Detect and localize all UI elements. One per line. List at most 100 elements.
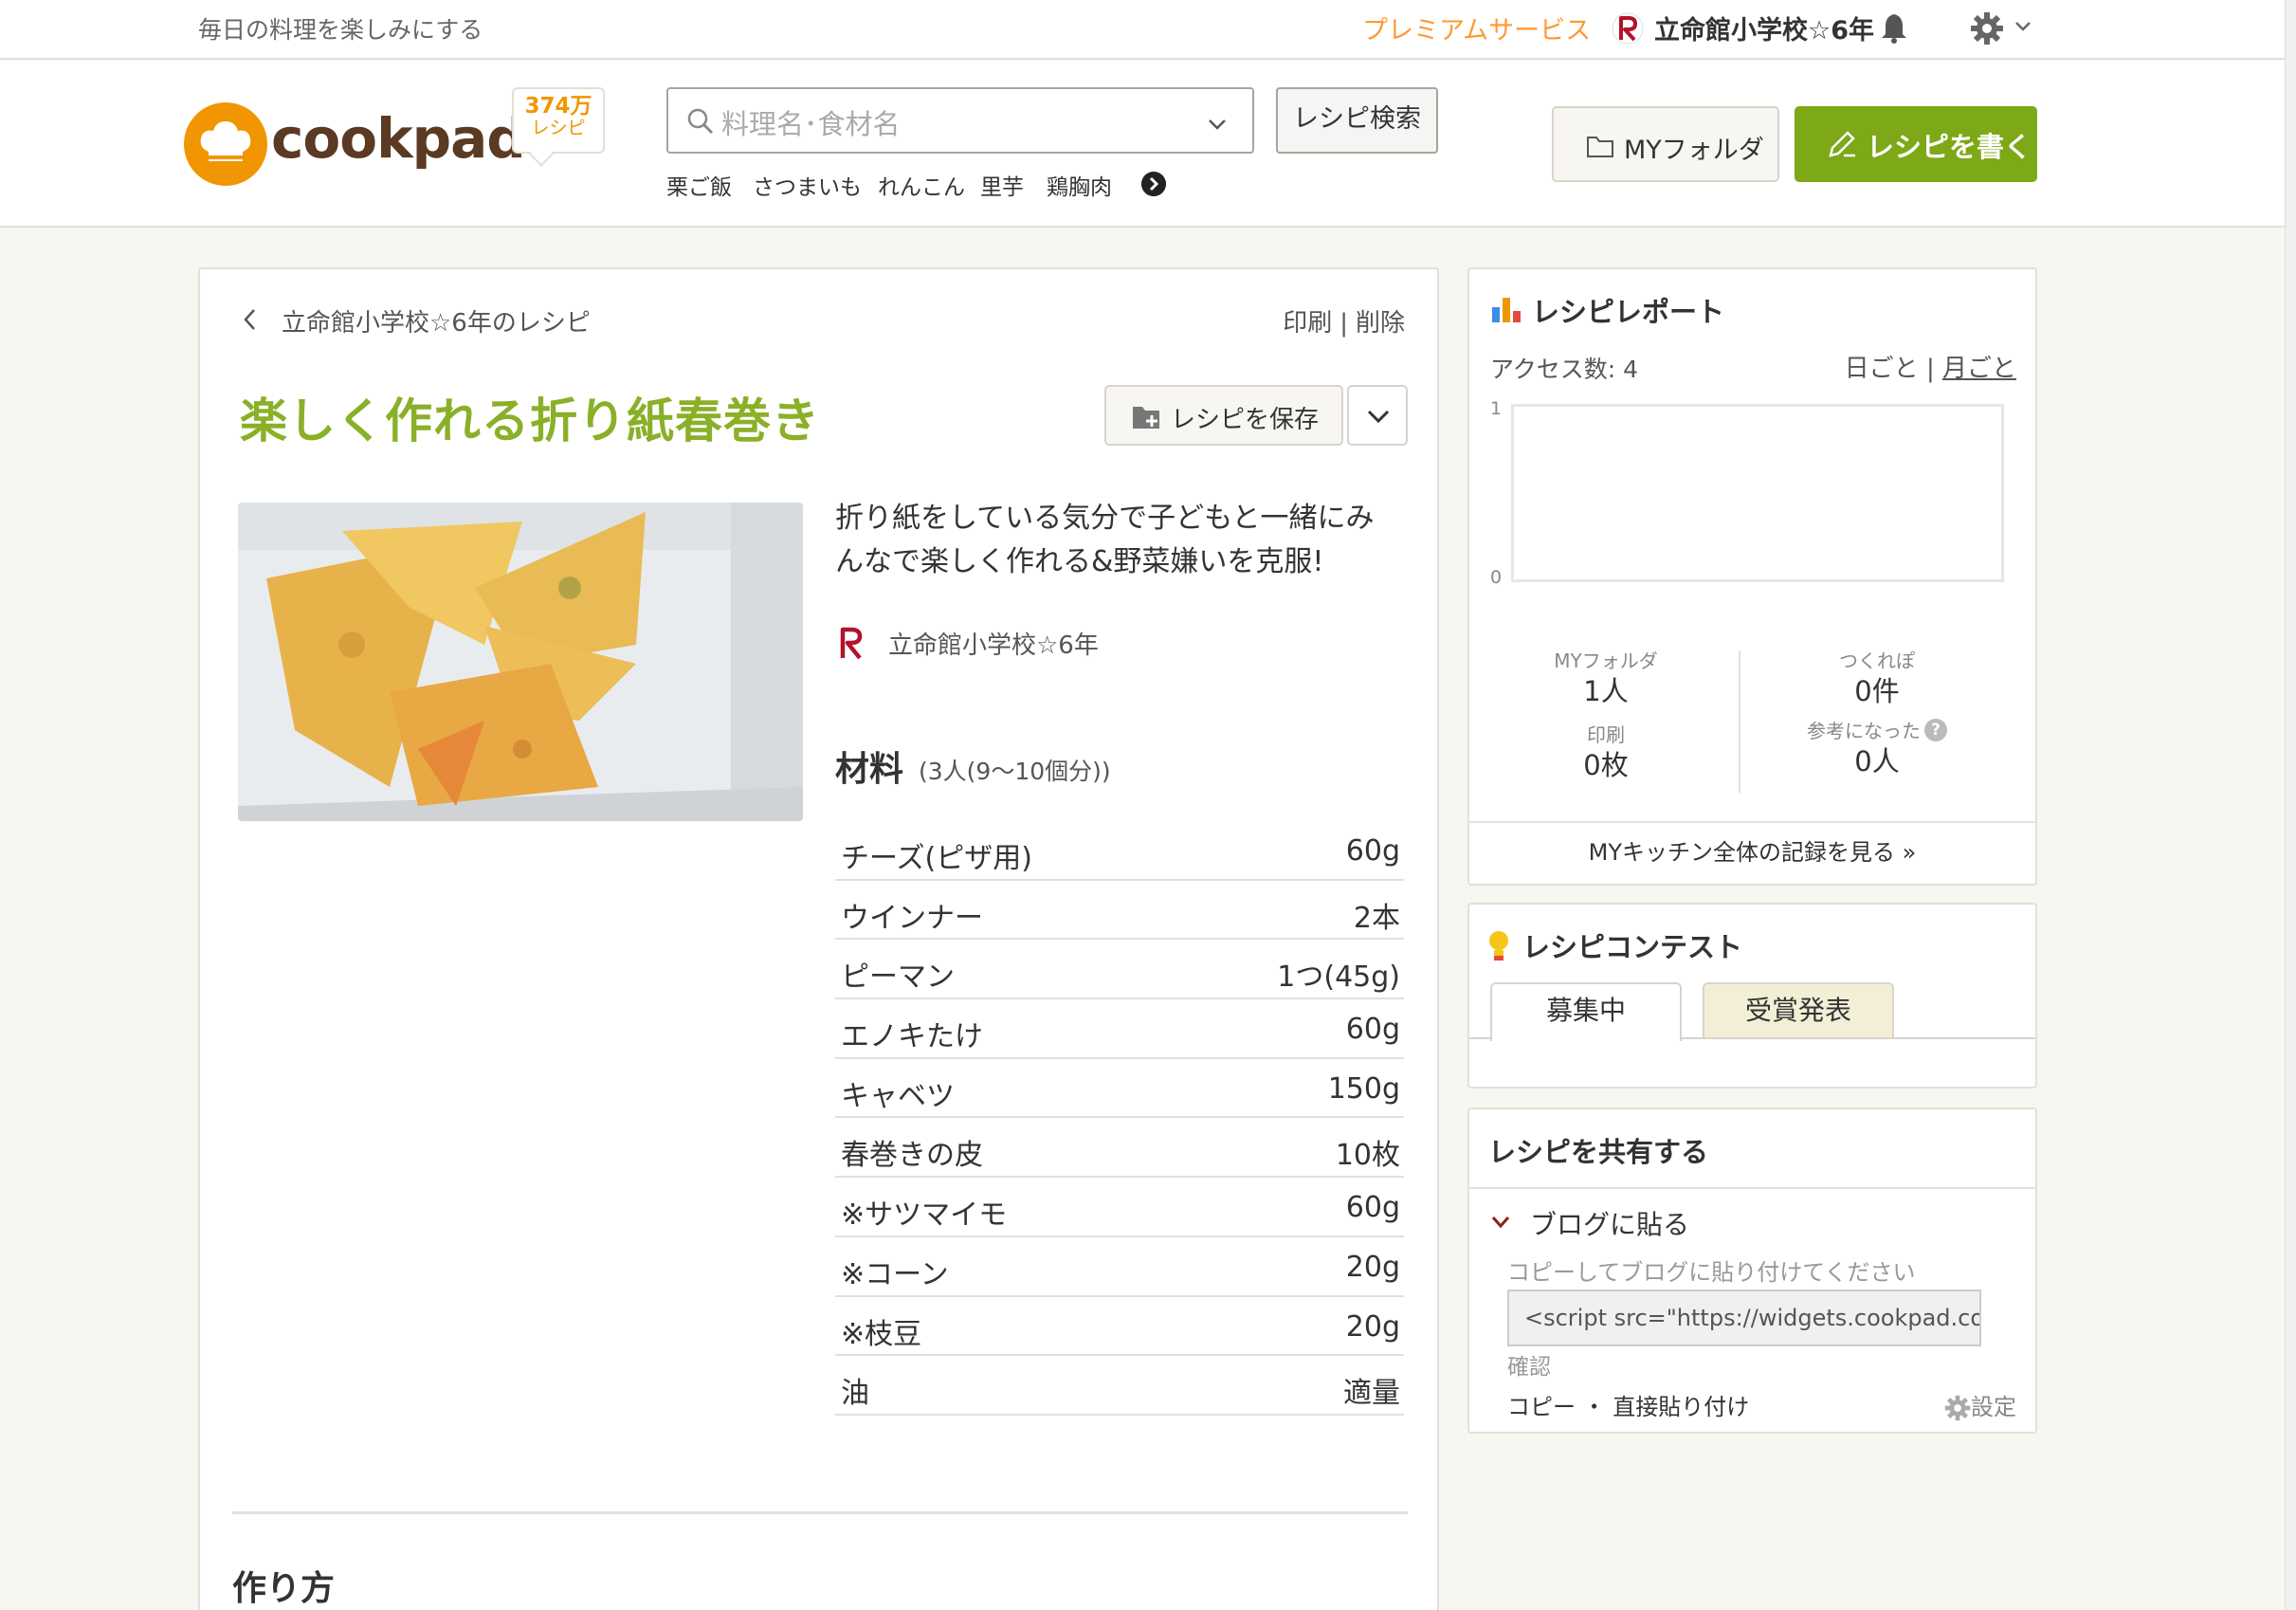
ingredient-name: ウインナー — [841, 901, 983, 935]
ingredient-qty: 60g — [1345, 1191, 1400, 1225]
ingredients-list: チーズ(ピザ用) 60g ウインナー 2本 ピーマン 1つ(45g) エノキたけ 60g… — [835, 821, 1404, 1416]
keyword-link[interactable]: れんこん — [878, 169, 965, 201]
bar-chart-icon — [1492, 298, 1521, 322]
access-graph — [1511, 404, 2004, 582]
chevron-down-icon[interactable] — [2014, 17, 2032, 36]
write-recipe-label: レシピを書く — [1867, 131, 2032, 163]
servings: (3人(9～10個分)) — [919, 758, 1111, 785]
recipe-title: 楽しく作れる折り紙春巻き — [240, 393, 820, 448]
ingredient-row: 春巻きの皮 10枚 — [835, 1118, 1404, 1179]
write-recipe-button[interactable]: レシピを書く — [1795, 106, 2037, 182]
ingredient-qty: 20g — [1345, 1309, 1400, 1344]
top-bar: 毎日の料理を楽しみにする プレミアムサービス 立命館小学校☆6年 — [0, 0, 2285, 60]
separator: | — [1339, 309, 1348, 338]
gear-icon[interactable] — [1970, 11, 2004, 46]
ingredient-row: チーズ(ピザ用) 60g — [835, 821, 1404, 881]
ingredient-name: 春巻きの皮 — [841, 1139, 983, 1173]
divider — [1469, 1187, 2035, 1189]
tab-recruiting[interactable]: 募集中 — [1490, 982, 1682, 1041]
keyword-link[interactable]: 里芋 — [980, 169, 1024, 201]
embed-code-field[interactable]: <script src="https://widgets.cookpad.com — [1507, 1290, 1981, 1346]
print-delete-links: 印刷 | 削除 — [1279, 303, 1409, 338]
recipe-contest-panel: レシピコンテスト 募集中 受賞発表 — [1467, 903, 2037, 1089]
more-options-button[interactable] — [1347, 385, 1408, 446]
cookpad-logo-icon[interactable] — [184, 102, 267, 186]
copy-link[interactable]: コピー — [1507, 1394, 1576, 1420]
cookpad-logo-text[interactable]: cookpad — [271, 106, 526, 171]
embed-hint: コピーしてブログに貼り付けてください — [1507, 1259, 1916, 1286]
steps-heading: 作り方 — [232, 1569, 336, 1608]
ingredient-row: ※コーン 20g — [835, 1237, 1404, 1297]
ingredient-qty: 1つ(45g) — [1277, 961, 1400, 995]
chevron-down-icon — [1367, 410, 1390, 424]
monthly-tab[interactable]: 月ごと — [1942, 355, 2016, 383]
keyword-link[interactable]: さつまいも — [753, 169, 862, 201]
daily-tab[interactable]: 日ごと — [1845, 355, 1919, 383]
access-count: アクセス数: 4 — [1490, 356, 1639, 383]
ingredient-qty: 2本 — [1353, 901, 1400, 935]
keyword-link[interactable]: 鶏胸肉 — [1047, 169, 1112, 201]
save-recipe-label: レシピを保存 — [1171, 406, 1320, 434]
delete-link[interactable]: 削除 — [1356, 309, 1405, 338]
bell-icon[interactable] — [1880, 11, 1908, 44]
share-title: レシピを共有する — [1488, 1136, 1709, 1168]
ingredient-qty: 60g — [1345, 1013, 1400, 1047]
graph-y-max: 1 — [1490, 398, 1503, 419]
premium-service-link[interactable]: プレミアムサービス — [1362, 9, 1591, 46]
author-name-link[interactable]: 立命館小学校☆6年 — [888, 626, 1099, 661]
ingredient-qty: 60g — [1345, 834, 1400, 868]
direct-paste-link[interactable]: 直接貼り付け — [1613, 1394, 1749, 1420]
stat-label: MYフォルダ — [1554, 649, 1658, 672]
separator: | — [1925, 355, 1935, 383]
blog-embed-label: ブログに貼る — [1530, 1209, 1690, 1240]
recipe-count-badge: 374万 レシピ — [512, 87, 605, 154]
print-link[interactable]: 印刷 — [1283, 309, 1332, 338]
back-label: 立命館小学校☆6年のレシピ — [282, 309, 591, 338]
ingredient-qty: 10枚 — [1335, 1139, 1400, 1173]
settings-label: 設定 — [1971, 1394, 2016, 1420]
contest-title: レシピコンテスト — [1522, 931, 1743, 963]
graph-y-min: 0 — [1490, 567, 1503, 588]
ingredient-name: キャベツ — [841, 1079, 955, 1113]
stats-divider — [1739, 650, 1740, 793]
chevron-down-icon[interactable] — [1207, 114, 1228, 135]
view-all-records-link[interactable]: MYキッチン全体の記録を見る » — [1469, 821, 2035, 884]
recipe-photo[interactable] — [238, 503, 803, 821]
ingredient-name: チーズ(ピザ用) — [841, 842, 1032, 875]
myfolder-button[interactable]: MYフォルダ — [1552, 106, 1779, 182]
report-title: レシピレポート — [1532, 296, 1725, 328]
author-logo-icon[interactable] — [837, 624, 866, 662]
embed-settings-link[interactable]: 設定 — [1944, 1388, 2016, 1421]
ingredient-name: エノキたけ — [841, 1020, 983, 1054]
keyword-link[interactable]: 栗ご飯 — [666, 169, 732, 201]
pencil-icon — [1829, 131, 1855, 157]
ingredient-row: キャベツ 150g — [835, 1059, 1404, 1119]
ingredient-qty: 適量 — [1343, 1377, 1400, 1411]
stat-label: 印刷 — [1587, 723, 1625, 746]
gear-icon — [1944, 1395, 1971, 1421]
search-button[interactable]: レシピ検索 — [1276, 87, 1438, 154]
help-icon[interactable]: ? — [1924, 719, 1947, 741]
ingredient-name: 油 — [841, 1377, 869, 1411]
tab-awards[interactable]: 受賞発表 — [1703, 982, 1894, 1039]
ingredient-name: ※コーン — [841, 1257, 949, 1291]
stat-value: 1人 — [1583, 675, 1629, 707]
folder-icon — [1587, 137, 1613, 157]
search-input[interactable]: 料理名･食材名 — [666, 87, 1254, 154]
ingredient-qty: 150g — [1327, 1071, 1400, 1106]
stat-value: 0枚 — [1583, 749, 1629, 781]
recipe-unit: レシピ — [531, 118, 586, 138]
stat-label: 参考になった — [1807, 720, 1921, 742]
stat-print: 印刷 0枚 — [1473, 723, 1739, 783]
save-recipe-button[interactable]: レシピを保存 — [1104, 385, 1343, 446]
arrow-right-icon[interactable] — [1141, 172, 1166, 196]
stat-value: 0件 — [1854, 675, 1900, 707]
user-kitchen-icon[interactable] — [1612, 11, 1644, 46]
confirm-link[interactable]: 確認 — [1507, 1348, 1551, 1381]
chevron-down-icon — [1491, 1217, 1510, 1229]
stat-tsukurepo: つくれぽ 0件 — [1744, 649, 2010, 709]
search-icon — [687, 108, 714, 135]
ingredient-row: ウインナー 2本 — [835, 881, 1404, 941]
user-name-link[interactable]: 立命館小学校☆6年 — [1654, 9, 1874, 46]
scrollbar[interactable] — [2285, 0, 2296, 1610]
